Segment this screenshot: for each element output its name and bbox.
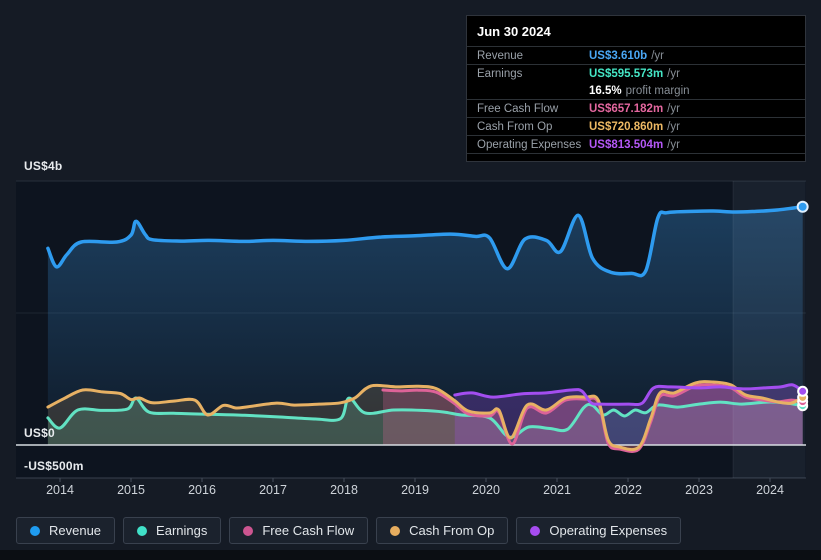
legend-item-cash-from-op[interactable]: Cash From Op (376, 517, 509, 544)
tooltip-row-suffix: /yr (667, 102, 680, 115)
x-tick-label-2020: 2020 (472, 483, 500, 497)
x-tick-label-2022: 2022 (614, 483, 642, 497)
tooltip-row-value: US$720.860m (589, 120, 664, 133)
tooltip-date: Jun 30 2024 (467, 16, 805, 47)
revenue-endpoint-marker (796, 200, 809, 213)
y-axis-label-4b: US$4b (24, 159, 63, 173)
tooltip-row-cash-from-op: Cash From Op US$720.860m/yr (467, 118, 805, 136)
tooltip-row-label: Operating Expenses (477, 138, 582, 151)
x-tick-label-2014: 2014 (46, 483, 74, 497)
tooltip-row-suffix: /yr (651, 49, 664, 62)
earnings-legend-dot-icon (137, 525, 148, 536)
legend-item-label: Operating Expenses (549, 523, 668, 538)
tooltip-row-suffix: /yr (667, 120, 680, 133)
legend-item-label: Cash From Op (409, 523, 495, 538)
x-tick-label-2024: 2024 (756, 483, 784, 497)
tooltip-row-suffix: /yr (667, 67, 680, 80)
earnings-revenue-history-chart: US$4b US$0 -US$500m 2014 2015 2016 2017 2018… (0, 0, 821, 560)
highlight-band (733, 181, 806, 478)
y-axis-label-0: US$0 (24, 426, 55, 440)
legend-item-label: Revenue (49, 523, 102, 538)
tooltip-row-suffix: profit margin (625, 84, 690, 97)
operating-expenses-endpoint-marker (797, 385, 809, 397)
legend-item-operating-expenses[interactable]: Operating Expenses (516, 517, 682, 544)
tooltip-row-label: Cash From Op (477, 120, 553, 133)
bottom-bar (0, 550, 821, 560)
x-tick-label-2019: 2019 (401, 483, 429, 497)
data-tooltip: Jun 30 2024 Revenue US$3.610b/yr Earnings U… (466, 15, 806, 162)
operating-expenses-legend-dot-icon (530, 525, 541, 536)
tooltip-row-value: US$3.610b (589, 49, 648, 62)
x-tick-label-2015: 2015 (117, 483, 145, 497)
tooltip-row-value: US$657.182m (589, 102, 664, 115)
legend-item-free-cash-flow[interactable]: Free Cash Flow (229, 517, 369, 544)
legend-item-label: Earnings (156, 523, 208, 538)
legend-item-earnings[interactable]: Earnings (123, 517, 222, 544)
x-tick-label-2023: 2023 (685, 483, 713, 497)
cash-from-op-legend-dot-icon (390, 525, 401, 536)
x-tick-label-2018: 2018 (330, 483, 358, 497)
chart-legend: Revenue Earnings Free Cash Flow Cash From O… (16, 517, 682, 544)
tooltip-row-revenue: Revenue US$3.610b/yr (467, 47, 805, 65)
revenue-legend-dot-icon (30, 525, 40, 536)
x-axis: 2014 2015 2016 2017 2018 2019 2020 2021 2022 2023… (0, 483, 821, 499)
x-tick-label-2017: 2017 (259, 483, 287, 497)
tooltip-row-label: Earnings (477, 67, 523, 80)
tooltip-row-value: US$595.573m (589, 67, 664, 80)
tooltip-row-free-cash-flow: Free Cash Flow US$657.182m/yr (467, 100, 805, 118)
tooltip-row-earnings: Earnings US$595.573m/yr (467, 65, 805, 82)
tooltip-row-label: Free Cash Flow (477, 102, 559, 115)
tooltip-row-suffix: /yr (667, 138, 680, 151)
x-tick-label-2016: 2016 (188, 483, 216, 497)
tooltip-rows: Revenue US$3.610b/yr Earnings US$595.573m/y… (467, 47, 805, 154)
y-axis-label-neg500m: -US$500m (24, 459, 84, 473)
tooltip-row-profit-margin: 16.5% profit margin (467, 82, 805, 100)
tooltip-row-value: US$813.504m (589, 138, 664, 151)
x-tick-label-2021: 2021 (543, 483, 571, 497)
tooltip-row-label: Revenue (477, 49, 524, 62)
tooltip-row-value: 16.5% (589, 84, 622, 97)
tooltip-row-operating-expenses: Operating Expenses US$813.504m/yr (467, 136, 805, 154)
legend-item-revenue[interactable]: Revenue (16, 517, 116, 544)
legend-item-label: Free Cash Flow (262, 523, 355, 538)
free-cash-flow-legend-dot-icon (243, 525, 254, 536)
